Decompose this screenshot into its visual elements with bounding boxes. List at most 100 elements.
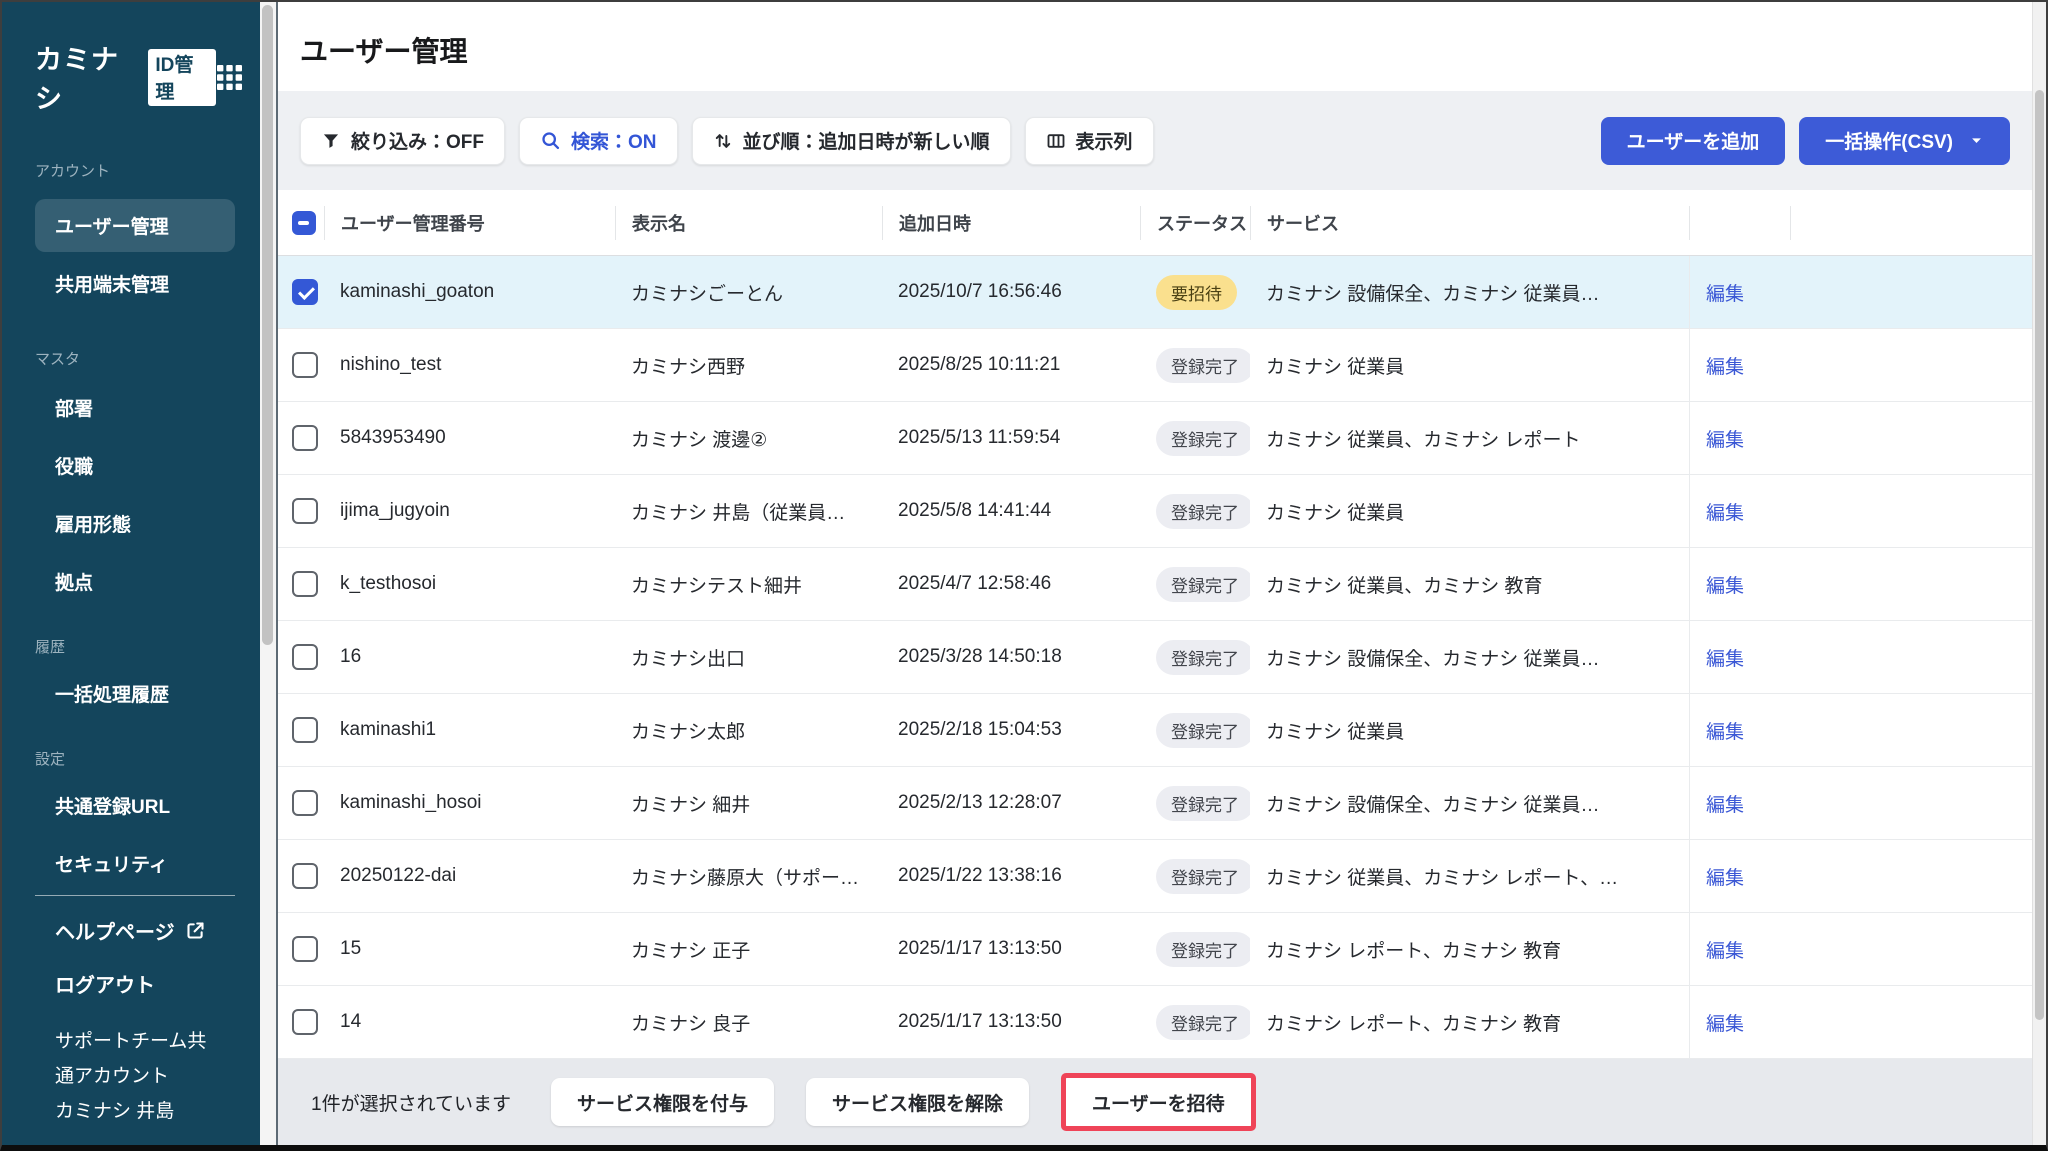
grant-service-permission-button[interactable]: サービス権限を付与 [551, 1078, 774, 1126]
status-badge: 登録完了 [1156, 640, 1250, 675]
sidebar-item-employment-types[interactable]: 雇用形態 [35, 497, 235, 550]
sidebar-item-locations[interactable]: 拠点 [35, 555, 235, 608]
row-checkbox-cell [278, 767, 324, 839]
select-all-checkbox[interactable] [292, 211, 316, 235]
sidebar-item-logout[interactable]: ログアウト [35, 957, 235, 1010]
status-badge: 登録完了 [1156, 421, 1250, 456]
cell-trailing-empty [1790, 694, 2032, 766]
row-checkbox-cell [278, 913, 324, 985]
filter-button[interactable]: 絞り込み：OFF [300, 117, 505, 165]
cell-user-id: 14 [324, 986, 615, 1058]
row-checkbox[interactable] [292, 717, 318, 743]
status-badge: 登録完了 [1156, 348, 1250, 383]
row-checkbox[interactable] [292, 498, 318, 524]
status-badge: 登録完了 [1156, 786, 1250, 821]
row-checkbox[interactable] [292, 863, 318, 889]
cell-services: カミナシ 従業員、カミナシ 教育 [1250, 548, 1689, 620]
table-row[interactable]: 5843953490 カミナシ 渡邊② 2025/5/13 11:59:54 登… [278, 402, 2032, 475]
cell-services: カミナシ レポート、カミナシ 教育 [1250, 913, 1689, 985]
edit-link[interactable]: 編集 [1706, 571, 1744, 598]
cell-edit: 編集 [1689, 694, 1790, 766]
table-row[interactable]: 16 カミナシ出口 2025/3/28 14:50:18 登録完了 カミナシ 設… [278, 621, 2032, 694]
table-row[interactable]: nishino_test カミナシ西野 2025/8/25 10:11:21 登… [278, 329, 2032, 402]
sidebar-item-security[interactable]: セキュリティ [35, 837, 235, 890]
page-scrollbar[interactable] [2032, 2, 2046, 1145]
table-header-row: ユーザー管理番号 表示名 追加日時 ステータス サービス [278, 190, 2032, 256]
cell-services: カミナシ 設備保全、カミナシ 従業員… [1250, 621, 1689, 693]
edit-link[interactable]: 編集 [1706, 936, 1744, 963]
table-row[interactable]: 15 カミナシ 正子 2025/1/17 13:13:50 登録完了 カミナシ … [278, 913, 2032, 986]
column-header-user-id: ユーザー管理番号 [324, 206, 615, 240]
main-content: ユーザー管理 絞り込み：OFF 検索：ON [278, 2, 2032, 1145]
sidebar-item-shared-devices[interactable]: 共用端末管理 [35, 257, 235, 310]
row-checkbox[interactable] [292, 425, 318, 451]
row-checkbox-cell [278, 840, 324, 912]
search-button[interactable]: 検索：ON [519, 117, 678, 165]
sort-button[interactable]: 並び順：追加日時が新しい順 [692, 117, 1011, 165]
row-checkbox[interactable] [292, 279, 318, 305]
page-scrollbar-thumb[interactable] [2035, 90, 2044, 1020]
status-badge: 登録完了 [1156, 494, 1250, 529]
app-grid-icon[interactable] [216, 64, 243, 91]
row-checkbox[interactable] [292, 790, 318, 816]
table-row[interactable]: ijima_jugyoin カミナシ 井島（従業員… 2025/5/8 14:4… [278, 475, 2032, 548]
edit-link[interactable]: 編集 [1706, 790, 1744, 817]
cell-trailing-empty [1790, 256, 2032, 328]
brand-logo: カミナシ [35, 38, 140, 116]
row-checkbox[interactable] [292, 352, 318, 378]
edit-link[interactable]: 編集 [1706, 279, 1744, 306]
table-row[interactable]: k_testhosoi カミナシテスト細井 2025/4/7 12:58:46 … [278, 548, 2032, 621]
table-row[interactable]: kaminashi_goaton カミナシごーとん 2025/10/7 16:5… [278, 256, 2032, 329]
cell-services: カミナシ 設備保全、カミナシ 従業員… [1250, 256, 1689, 328]
sidebar-item-help-page[interactable]: ヘルプページ [35, 904, 235, 957]
status-badge: 登録完了 [1156, 932, 1250, 967]
sidebar-scrollbar[interactable] [260, 2, 276, 1145]
columns-button[interactable]: 表示列 [1025, 117, 1154, 165]
cell-added-date: 2025/8/25 10:11:21 [882, 329, 1140, 401]
row-checkbox[interactable] [292, 936, 318, 962]
sidebar-item-shared-registration-url[interactable]: 共通登録URL [35, 779, 235, 832]
edit-link[interactable]: 編集 [1706, 425, 1744, 452]
edit-link[interactable]: 編集 [1706, 717, 1744, 744]
invite-user-button[interactable]: ユーザーを招待 [1066, 1078, 1251, 1126]
status-badge: 登録完了 [1156, 859, 1250, 894]
column-header-added-date: 追加日時 [882, 206, 1140, 240]
cell-user-id: 15 [324, 913, 615, 985]
cell-services: カミナシ 設備保全、カミナシ 従業員… [1250, 767, 1689, 839]
add-user-button[interactable]: ユーザーを追加 [1601, 117, 1786, 165]
edit-link[interactable]: 編集 [1706, 863, 1744, 890]
cell-user-id: kaminashi1 [324, 694, 615, 766]
cell-display-name: カミナシごーとん [615, 256, 882, 328]
sidebar-item-departments[interactable]: 部署 [35, 381, 235, 434]
edit-link[interactable]: 編集 [1706, 352, 1744, 379]
row-checkbox[interactable] [292, 1009, 318, 1035]
cell-edit: 編集 [1689, 621, 1790, 693]
sidebar-section-history: 履歴 [35, 636, 235, 657]
row-checkbox[interactable] [292, 644, 318, 670]
cell-services: カミナシ 従業員 [1250, 329, 1689, 401]
sidebar-item-users[interactable]: ユーザー管理 [35, 199, 235, 252]
table-body: kaminashi_goaton カミナシごーとん 2025/10/7 16:5… [278, 256, 2032, 1059]
header-checkbox-cell [278, 206, 324, 240]
cell-status: 登録完了 [1140, 986, 1250, 1058]
revoke-service-permission-button[interactable]: サービス権限を解除 [806, 1078, 1029, 1126]
bulk-actions-button[interactable]: 一括操作(CSV) [1799, 117, 2010, 165]
row-checkbox[interactable] [292, 571, 318, 597]
table-row[interactable]: 20250122-dai カミナシ藤原大（サポー… 2025/1/22 13:3… [278, 840, 2032, 913]
edit-link[interactable]: 編集 [1706, 498, 1744, 525]
account-org-name: サポートチーム共通アカウント [55, 1024, 223, 1094]
sidebar-item-bulk-history[interactable]: 一括処理履歴 [35, 667, 235, 720]
row-checkbox-cell [278, 621, 324, 693]
sidebar-section-settings: 設定 [35, 748, 235, 769]
cell-user-id: 5843953490 [324, 402, 615, 474]
cell-trailing-empty [1790, 329, 2032, 401]
table-row[interactable]: 14 カミナシ 良子 2025/1/17 13:13:50 登録完了 カミナシ … [278, 986, 2032, 1059]
edit-link[interactable]: 編集 [1706, 644, 1744, 671]
table-row[interactable]: kaminashi1 カミナシ太郎 2025/2/18 15:04:53 登録完… [278, 694, 2032, 767]
edit-link[interactable]: 編集 [1706, 1009, 1744, 1036]
cell-display-name: カミナシ太郎 [615, 694, 882, 766]
sidebar-scrollbar-thumb[interactable] [262, 5, 273, 645]
sidebar-item-roles[interactable]: 役職 [35, 439, 235, 492]
cell-edit: 編集 [1689, 548, 1790, 620]
table-row[interactable]: kaminashi_hosoi カミナシ 細井 2025/2/13 12:28:… [278, 767, 2032, 840]
